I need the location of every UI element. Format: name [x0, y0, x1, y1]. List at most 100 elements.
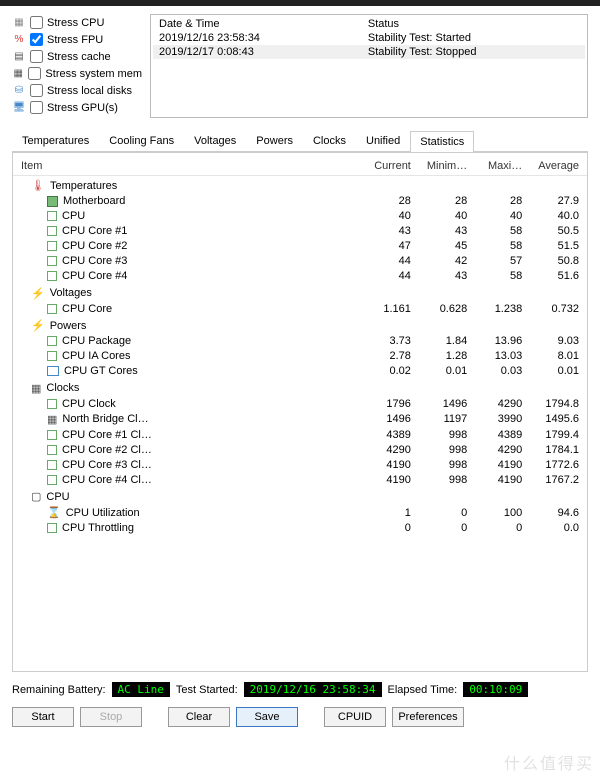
row-min: 998	[419, 427, 475, 442]
table-row[interactable]: CPU Core #247455851.5	[13, 239, 587, 254]
table-row[interactable]: CPU GT Cores0.020.010.030.01	[13, 364, 587, 379]
tab-temperatures[interactable]: Temperatures	[12, 130, 99, 151]
table-row[interactable]: CPU Package3.731.8413.969.03	[13, 334, 587, 349]
row-avg: 1767.2	[530, 472, 587, 487]
group-label: CPU	[46, 491, 69, 503]
stop-button[interactable]: Stop	[80, 707, 142, 727]
row-avg: 51.6	[530, 269, 587, 284]
row-label: North Bridge Cl…	[62, 413, 148, 425]
row-avg: 27.9	[530, 194, 587, 209]
table-row[interactable]: CPU Throttling0000.0	[13, 521, 587, 536]
log-datetime: 2019/12/17 0:08:43	[153, 45, 362, 59]
stress-checkbox[interactable]	[30, 50, 43, 63]
table-row[interactable]: Motherboard28282827.9	[13, 194, 587, 209]
power-icon: ⚡	[31, 319, 45, 332]
row-min: 998	[419, 472, 475, 487]
test-started-value: 2019/12/16 23:58:34	[244, 682, 382, 697]
table-row[interactable]: CPU40404040.0	[13, 209, 587, 224]
stress-label: Stress local disks	[47, 85, 132, 97]
log-row[interactable]: 2019/12/16 23:58:34Stability Test: Start…	[153, 31, 585, 45]
table-row[interactable]: CPU Core #3 Cl…419099841901772.6	[13, 457, 587, 472]
row-current: 2.78	[364, 349, 419, 364]
table-row[interactable]: CPU Core #4 Cl…419099841901767.2	[13, 472, 587, 487]
stress-checkbox[interactable]	[28, 67, 41, 80]
tabs: TemperaturesCooling FansVoltagesPowersCl…	[12, 130, 588, 152]
stress-checkbox[interactable]	[30, 33, 43, 46]
clear-button[interactable]: Clear	[168, 707, 230, 727]
elapsed-label: Elapsed Time:	[388, 684, 458, 696]
stress-label: Stress FPU	[47, 34, 103, 46]
row-min: 1.28	[419, 349, 475, 364]
table-row[interactable]: CPU Core #1 Cl…438999843891799.4	[13, 427, 587, 442]
row-avg: 1784.1	[530, 442, 587, 457]
stress-checkbox[interactable]	[30, 16, 43, 29]
sensor-icon	[47, 304, 57, 314]
row-label: CPU Clock	[62, 398, 116, 410]
table-row[interactable]: CPU IA Cores 2.781.2813.038.01	[13, 349, 587, 364]
row-min: 1.84	[419, 334, 475, 349]
table-row[interactable]: CPU Core #2 Cl…429099842901784.1	[13, 442, 587, 457]
row-current: 4389	[364, 427, 419, 442]
stress-checkbox[interactable]	[30, 84, 43, 97]
row-max: 4190	[475, 472, 530, 487]
row-avg: 8.01	[530, 349, 587, 364]
row-min: 998	[419, 457, 475, 472]
stats-group[interactable]: ▦Clocks	[13, 379, 587, 397]
tab-clocks[interactable]: Clocks	[303, 130, 356, 151]
row-max: 28	[475, 194, 530, 209]
monitor-icon	[47, 366, 59, 376]
row-max: 4290	[475, 396, 530, 411]
table-row[interactable]: ▦North Bridge Cl…1496119739901495.6	[13, 411, 587, 427]
row-label: Motherboard	[63, 195, 125, 207]
row-current: 4290	[364, 442, 419, 457]
cpuid-button[interactable]: CPUID	[324, 707, 386, 727]
table-row[interactable]: CPU Clock1796149642901794.8	[13, 396, 587, 411]
row-label: CPU Core #1	[62, 225, 127, 237]
row-max: 58	[475, 269, 530, 284]
table-row[interactable]: CPU Core #344425750.8	[13, 254, 587, 269]
row-max: 13.03	[475, 349, 530, 364]
log-status: Stability Test: Started	[362, 31, 585, 45]
preferences-button[interactable]: Preferences	[392, 707, 464, 727]
tab-cooling-fans[interactable]: Cooling Fans	[99, 130, 184, 151]
stats-group[interactable]: ⚡Voltages	[13, 284, 587, 302]
row-label: CPU Core #3	[62, 255, 127, 267]
stress-options: ▦Stress CPU%Stress FPU▤Stress cache▦Stre…	[12, 14, 142, 118]
row-min: 0	[419, 521, 475, 536]
row-min: 0	[419, 505, 475, 521]
group-label: Temperatures	[50, 180, 117, 192]
tab-voltages[interactable]: Voltages	[184, 130, 246, 151]
table-row[interactable]: ⌛CPU Utilization1010094.6	[13, 505, 587, 521]
table-row[interactable]: CPU Core1.1610.6281.2380.732	[13, 301, 587, 316]
row-label: CPU IA Cores	[62, 350, 130, 362]
log-row[interactable]: 2019/12/17 0:08:43Stability Test: Stoppe…	[153, 45, 585, 59]
stress-icon: ▦	[12, 16, 26, 30]
sensor-icon	[47, 241, 57, 251]
save-button[interactable]: Save	[236, 707, 298, 727]
stats-group[interactable]: ▢CPU	[13, 487, 587, 505]
row-avg: 50.8	[530, 254, 587, 269]
row-avg: 40.0	[530, 209, 587, 224]
stats-group[interactable]: 🌡Temperatures	[13, 176, 587, 194]
log-datetime: 2019/12/16 23:58:34	[153, 31, 362, 45]
battery-label: Remaining Battery:	[12, 684, 106, 696]
col-min: Minim…	[419, 157, 475, 176]
row-label: CPU Throttling	[62, 522, 134, 534]
row-min: 42	[419, 254, 475, 269]
tab-unified[interactable]: Unified	[356, 130, 410, 151]
sensor-icon	[47, 256, 57, 266]
stats-group[interactable]: ⚡Powers	[13, 316, 587, 334]
row-min: 40	[419, 209, 475, 224]
row-label: CPU GT Cores	[64, 365, 138, 377]
row-avg: 1799.4	[530, 427, 587, 442]
start-button[interactable]: Start	[12, 707, 74, 727]
table-row[interactable]: CPU Core #444435851.6	[13, 269, 587, 284]
stress-label: Stress GPU(s)	[47, 102, 118, 114]
row-current: 1796	[364, 396, 419, 411]
tab-powers[interactable]: Powers	[246, 130, 303, 151]
stress-checkbox[interactable]	[30, 101, 43, 114]
row-current: 1.161	[364, 301, 419, 316]
tab-statistics[interactable]: Statistics	[410, 131, 474, 152]
stress-icon: ▤	[12, 50, 26, 64]
table-row[interactable]: CPU Core #143435850.5	[13, 224, 587, 239]
